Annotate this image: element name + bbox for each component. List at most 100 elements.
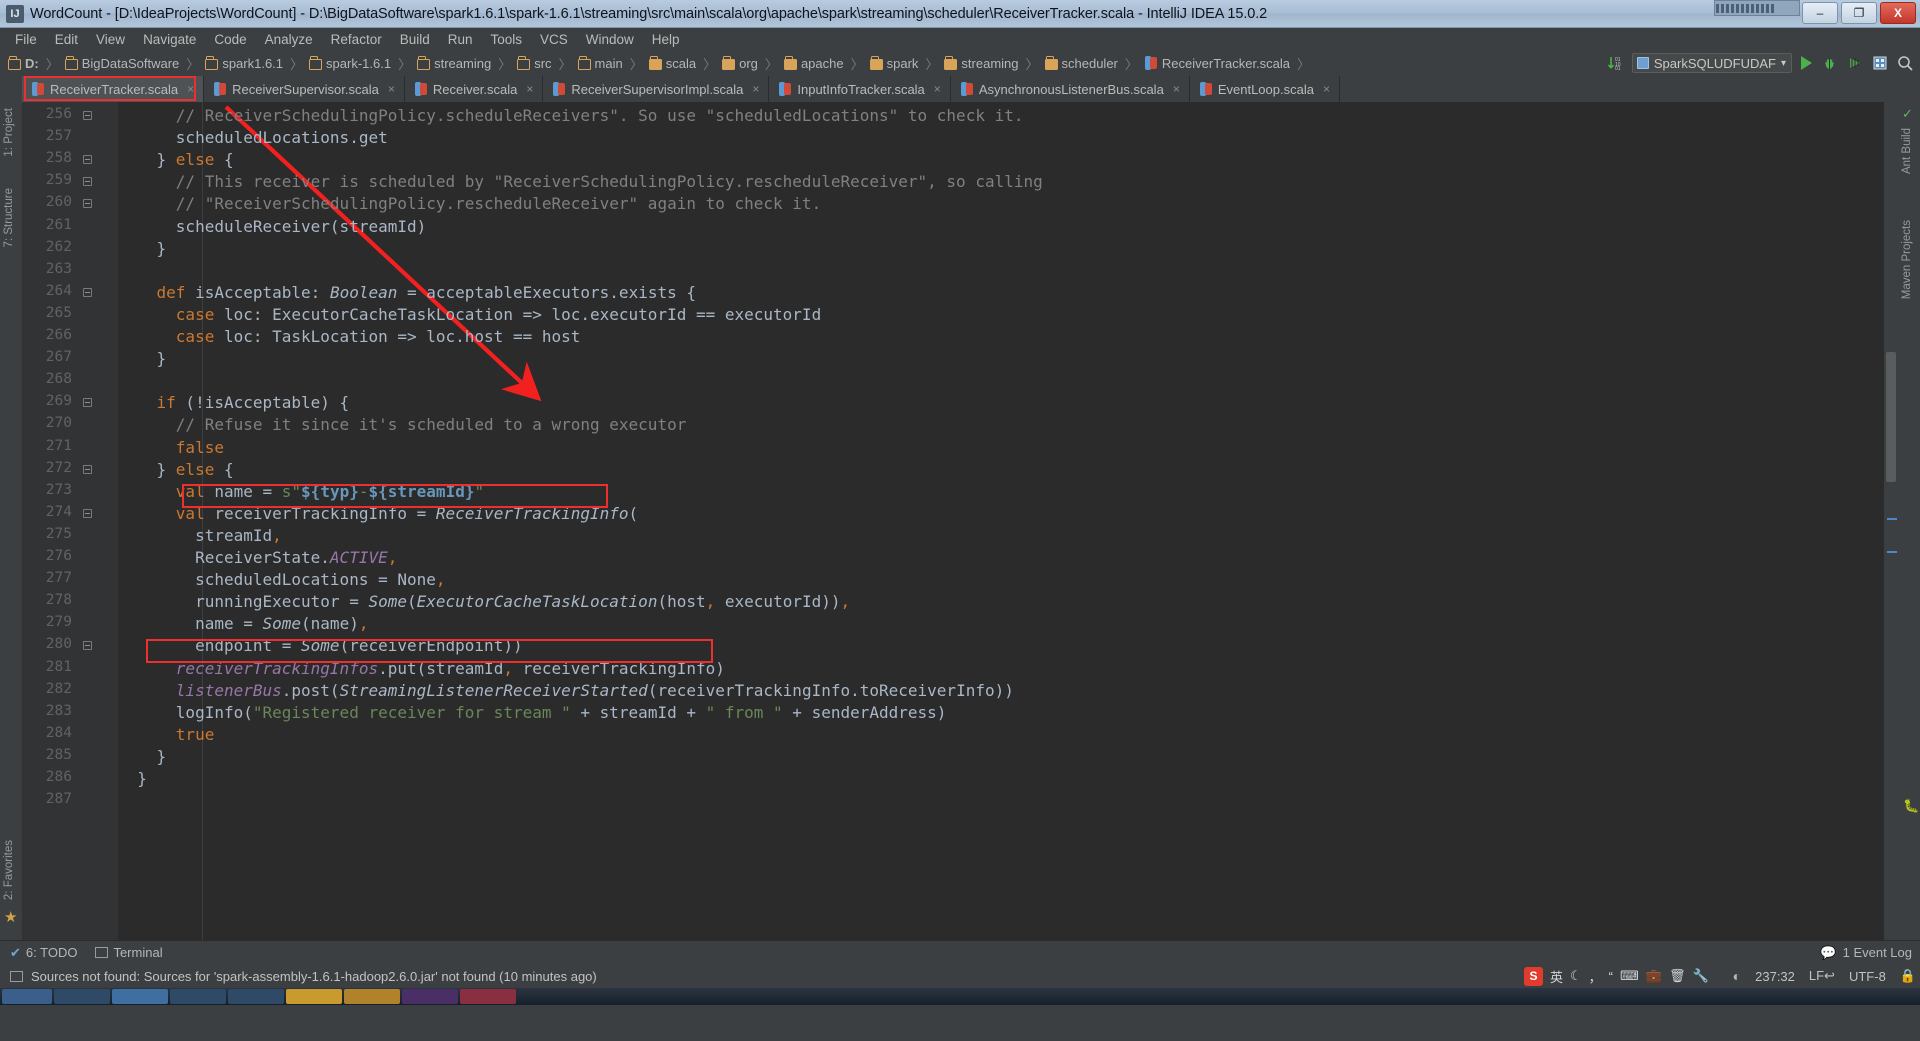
taskbar-item[interactable] [286,989,342,1004]
taskbar-item[interactable] [344,989,400,1004]
breadcrumb-item-spark-1-6-1[interactable]: spark-1.6.1 〉 [307,54,415,73]
close-icon[interactable]: × [752,82,759,96]
code-line[interactable]: if (!isAcceptable) { [118,393,350,412]
menu-item-tools[interactable]: Tools [482,30,532,49]
code-line[interactable]: // Refuse it since it's scheduled to a w… [118,415,687,434]
menu-item-run[interactable]: Run [439,30,482,49]
close-icon[interactable]: × [934,82,941,96]
code-line[interactable]: endpoint = Some(receiverEndpoint)) [118,636,523,655]
code-line[interactable]: } [118,747,167,766]
editor-tab-inputinfotracker-scala[interactable]: InputInfoTracker.scala × [769,76,951,102]
breadcrumb-item-bigdatasoftware[interactable]: BigDataSoftware 〉 [63,54,204,73]
close-button[interactable]: X [1880,2,1916,24]
code-folding-icon[interactable] [83,398,92,408]
code-line[interactable]: scheduledLocations.get [118,128,388,147]
project-structure-icon[interactable] [1872,55,1888,71]
code-line[interactable]: case loc: ExecutorCacheTaskLocation => l… [118,305,821,324]
editor-tab-receiver-scala[interactable]: Receiver.scala × [404,76,544,102]
caret-position[interactable]: 237:32 [1755,969,1795,984]
editor-tab-receiversupervisor-scala[interactable]: ReceiverSupervisor.scala × [204,76,405,102]
code-line[interactable]: val name = s"${typ}-${streamId}" [118,482,484,501]
tool-window-bottom-bar[interactable]: ✔ 6: TODO Terminal 💬 1 Event Log [0,940,1920,964]
breadcrumb-item-scheduler[interactable]: scheduler 〉 [1043,54,1142,73]
encoding[interactable]: UTF-8 [1849,969,1886,984]
bottom-item-todo[interactable]: ✔ 6: TODO [10,945,77,961]
taskbar-item[interactable] [54,989,110,1004]
code-line[interactable]: val receiverTrackingInfo = ReceiverTrack… [118,504,638,523]
inspection-icon[interactable]: ◐ [1733,968,1741,984]
comma-icon[interactable]: ， [1589,967,1602,986]
taskbar-item[interactable] [228,989,284,1004]
trash-icon[interactable]: 🗑 [1669,968,1686,984]
close-icon[interactable]: × [187,82,194,96]
menu-item-code[interactable]: Code [205,30,255,49]
menu-item-navigate[interactable]: Navigate [134,30,205,49]
taskbar-item[interactable] [460,989,516,1004]
menu-item-window[interactable]: Window [577,30,643,49]
window-controls[interactable]: – ❐ X [1802,2,1916,24]
editor-tab-asynchronouslistenerbus-scala[interactable]: AsynchronousListenerBus.scala × [950,76,1190,102]
quote-icon[interactable]: “ [1609,969,1613,984]
editor-scrollbar[interactable] [1884,102,1898,940]
breadcrumb-item-apache[interactable]: apache 〉 [782,54,868,73]
code-line[interactable]: // "ReceiverSchedulingPolicy.rescheduleR… [118,194,821,213]
breadcrumb-item-scala[interactable]: scala 〉 [647,54,720,73]
editor-tab-receivertracker-scala[interactable]: ReceiverTracker.scala × [22,76,205,102]
breadcrumb-item-org[interactable]: org 〉 [720,54,782,73]
windows-taskbar[interactable] [0,988,1920,1005]
close-icon[interactable]: × [1323,82,1330,96]
keyboard-icon[interactable]: ⌨ [1620,968,1639,984]
sidebar-item-project[interactable]: 1: Project [3,108,15,157]
code-line[interactable]: // This receiver is scheduled by "Receiv… [118,172,1043,191]
taskbar-item[interactable] [402,989,458,1004]
code-line[interactable]: } [118,349,167,368]
code-line[interactable]: case loc: TaskLocation => loc.host == ho… [118,327,581,346]
minimize-button[interactable]: – [1802,2,1838,24]
editor-gutter[interactable]: 256 257 258 259 260 261 262 263 264 265 266 267 268 2… [22,102,118,940]
status-bar-right[interactable]: S 英 ☾ ， “ ⌨ 💼 🗑 🔧 ◐ 237:32 LF↩ UTF-8 🔒 [1523,966,1916,986]
menu-item-refactor[interactable]: Refactor [322,30,391,49]
breadcrumb-item-receivertracker-scala[interactable]: ReceiverTracker.scala 〉 [1142,54,1314,73]
code-line[interactable]: scheduledLocations = None, [118,570,445,589]
line-separator[interactable]: LF↩ [1809,968,1835,984]
code-line[interactable]: true [118,725,215,744]
code-line[interactable]: // ReceiverSchedulingPolicy.scheduleRece… [118,106,1024,125]
bottom-right-group[interactable]: 💬 1 Event Log [1820,945,1912,961]
menu-item-vcs[interactable]: VCS [531,30,577,49]
code-line[interactable]: name = Some(name), [118,614,368,633]
code-folding-icon[interactable] [83,464,92,474]
code-line[interactable]: false [118,438,224,457]
breadcrumb-item-main[interactable]: main 〉 [576,54,647,73]
sort-numeric-icon[interactable]: 01 10 01 [1607,55,1623,71]
code-line[interactable]: ReceiverState.ACTIVE, [118,548,397,567]
menu-item-edit[interactable]: Edit [46,30,87,49]
menu-item-analyze[interactable]: Analyze [256,30,322,49]
close-icon[interactable]: × [388,82,395,96]
close-icon[interactable]: × [1173,82,1180,96]
sidebar-item-maven-projects[interactable]: Maven Projects [1901,220,1913,299]
code-line[interactable]: } [118,239,167,258]
close-icon[interactable]: × [526,82,533,96]
breadcrumb-item-src[interactable]: src 〉 [515,54,575,73]
breadcrumb-item-streaming[interactable]: streaming 〉 [942,54,1042,73]
sidebar-item-structure[interactable]: 7: Structure [3,188,15,247]
code-content[interactable]: // ReceiverSchedulingPolicy.scheduleRece… [118,102,1884,940]
wrench-icon[interactable]: 🔧 [1692,968,1708,984]
ime-language-label[interactable]: 英 [1550,967,1563,986]
code-line[interactable]: } [118,769,147,788]
left-tool-window-rail[interactable]: 1: Project 7: Structure 2: Favorites ★ [0,102,22,940]
editor-tab-eventloop-scala[interactable]: EventLoop.scala × [1189,76,1340,102]
code-line[interactable]: logInfo("Registered receiver for stream … [118,703,947,722]
code-line[interactable]: streamId, [118,526,282,545]
run-icon[interactable] [1801,56,1812,70]
code-line[interactable]: } else { [118,460,234,479]
taskbar-item[interactable] [170,989,226,1004]
ime-indicator[interactable]: S 英 ☾ ， “ ⌨ 💼 🗑 🔧 [1523,966,1709,986]
code-folding-icon[interactable] [83,111,92,120]
menu-item-help[interactable]: Help [643,30,689,49]
code-folding-icon[interactable] [83,508,92,518]
sidebar-item-ant-build[interactable]: Ant Build [1901,128,1913,174]
sidebar-item-favorites[interactable]: 2: Favorites [3,840,15,900]
navigation-bar[interactable]: D: 〉 BigDataSoftware 〉 spark1.6.1 〉 spark-1.6.… [0,50,1920,76]
taskbar-item[interactable] [112,989,168,1004]
